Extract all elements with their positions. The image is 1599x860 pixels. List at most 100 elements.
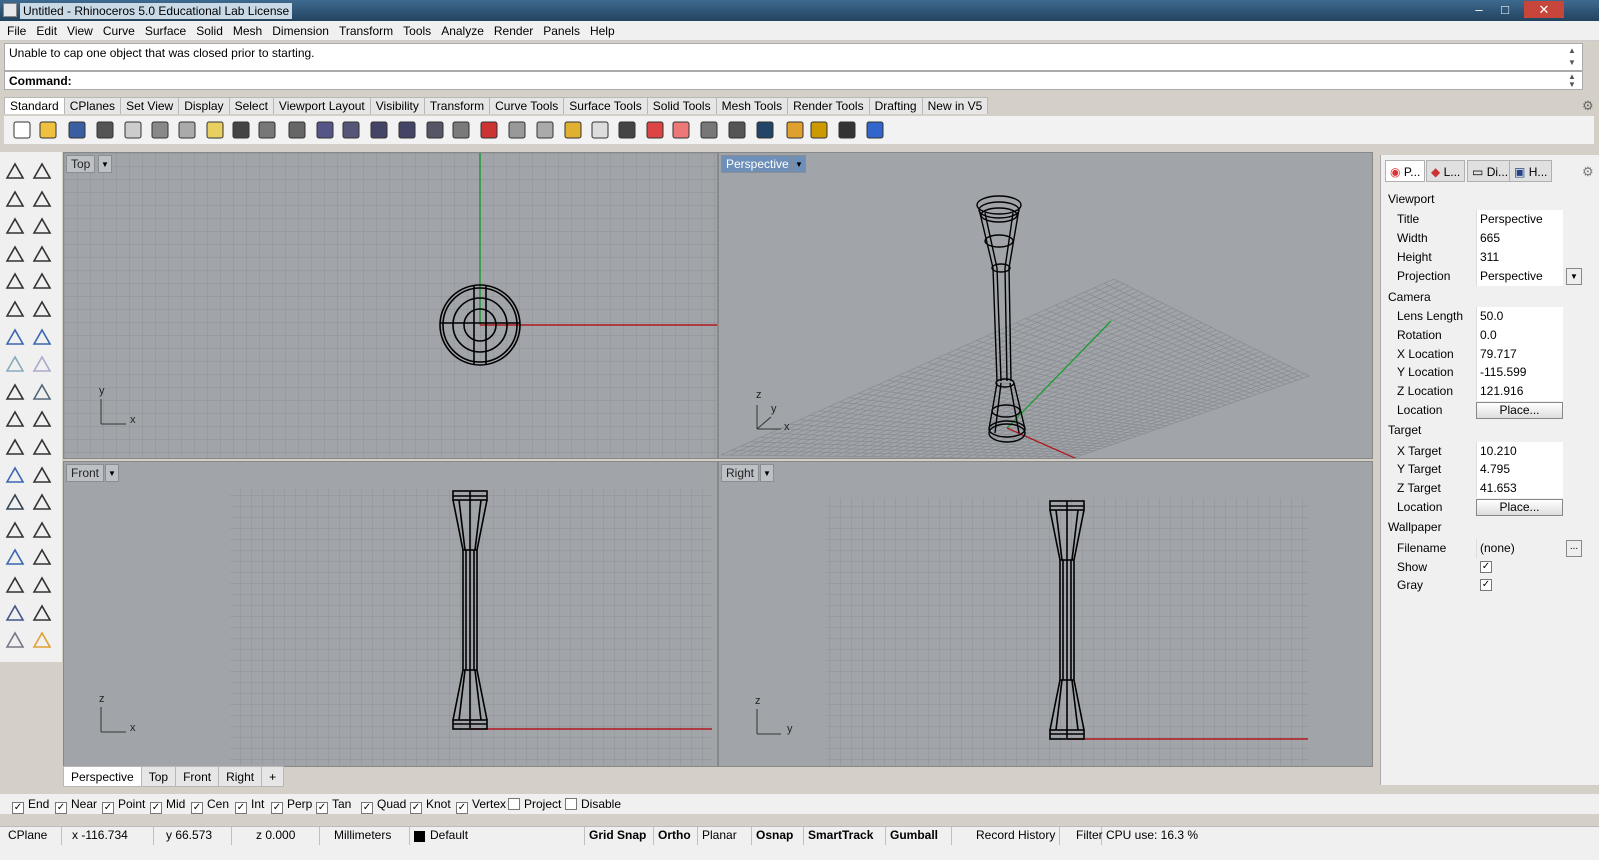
- tab-mesh-tools[interactable]: Mesh Tools: [715, 97, 789, 114]
- analyze-icon[interactable]: [31, 381, 53, 403]
- tab-display[interactable]: Display: [178, 97, 230, 114]
- viewport-front[interactable]: Front ▼ z x: [63, 461, 718, 767]
- panel-tab-properties[interactable]: ◉ P...: [1385, 160, 1426, 182]
- grid-snap-toggle[interactable]: Grid Snap: [584, 827, 654, 845]
- rectangle-icon[interactable]: [31, 243, 53, 265]
- osnap-toggle[interactable]: Osnap: [752, 827, 804, 845]
- vptab-perspective[interactable]: Perspective: [63, 766, 142, 787]
- command-line[interactable]: Command: ▲ ▼: [4, 71, 1583, 90]
- viewport-label-right[interactable]: Right: [721, 464, 760, 482]
- curve-icon[interactable]: [31, 188, 53, 210]
- width-field[interactable]: 665: [1476, 229, 1563, 248]
- menu-help[interactable]: Help: [585, 21, 620, 41]
- projection-dropdown-icon[interactable]: ▼: [1566, 268, 1582, 285]
- camera-place-button[interactable]: Place...: [1476, 402, 1563, 419]
- title-field[interactable]: Perspective: [1476, 210, 1563, 229]
- osnap-knot[interactable]: ✓ Knot: [410, 797, 451, 814]
- draft-icon[interactable]: [31, 629, 53, 651]
- target-place-button[interactable]: Place...: [1476, 499, 1563, 516]
- options-icon[interactable]: [808, 119, 830, 141]
- filename-field[interactable]: (none): [1476, 539, 1563, 558]
- panel-tab-help[interactable]: ▣ H...: [1509, 160, 1553, 182]
- smarttrack-toggle[interactable]: SmartTrack: [804, 827, 886, 845]
- viewport-top[interactable]: Top ▼ y x: [63, 152, 718, 459]
- osnap-project[interactable]: Project: [508, 797, 561, 811]
- ellipse-icon[interactable]: [31, 215, 53, 237]
- text-icon[interactable]: [4, 491, 26, 513]
- new-icon[interactable]: [11, 119, 33, 141]
- panel-tab-display[interactable]: ▭ Di...: [1467, 160, 1514, 182]
- select-icon[interactable]: [562, 119, 584, 141]
- menu-view[interactable]: View: [62, 21, 98, 41]
- color-wheel-icon[interactable]: [670, 119, 692, 141]
- trim-icon[interactable]: [31, 408, 53, 430]
- osnap-disable[interactable]: Disable: [565, 797, 621, 811]
- menu-panels[interactable]: Panels: [538, 21, 585, 41]
- panel-tab-layers[interactable]: ◆ L...: [1426, 160, 1466, 182]
- wireframe-icon[interactable]: [506, 119, 528, 141]
- scale-icon[interactable]: [31, 491, 53, 513]
- rotation-field[interactable]: 0.0: [1476, 326, 1563, 345]
- status-cplane[interactable]: CPlane: [4, 827, 62, 845]
- fillet-curve-icon[interactable]: [31, 270, 53, 292]
- osnap-mid-checkbox[interactable]: ✓: [150, 802, 162, 814]
- tab-set-view[interactable]: Set View: [120, 97, 180, 114]
- lock-icon[interactable]: [616, 119, 638, 141]
- scroll-down-icon[interactable]: ▼: [1568, 58, 1580, 67]
- menu-analyze[interactable]: Analyze: [436, 21, 489, 41]
- open-icon[interactable]: [37, 119, 59, 141]
- status-layer[interactable]: Default: [426, 827, 580, 845]
- dimension-icon[interactable]: [836, 119, 858, 141]
- properties-icon[interactable]: [784, 119, 806, 141]
- osnap-cen[interactable]: ✓ Cen: [191, 797, 229, 814]
- status-units[interactable]: Millimeters: [330, 827, 410, 845]
- polyline-icon[interactable]: [4, 188, 26, 210]
- box-icon[interactable]: [4, 326, 26, 348]
- zoom-selected-icon[interactable]: [396, 119, 418, 141]
- osnap-vertex[interactable]: ✓ Vertex: [456, 797, 506, 814]
- undo-icon[interactable]: [230, 119, 252, 141]
- osnap-cen-checkbox[interactable]: ✓: [191, 802, 203, 814]
- z-location-field[interactable]: 121.916: [1476, 382, 1563, 401]
- osnap-near-checkbox[interactable]: ✓: [55, 802, 67, 814]
- toolbar-settings-gear-icon[interactable]: ⚙: [1582, 98, 1594, 114]
- osnap-tan[interactable]: ✓ Tan: [316, 797, 351, 814]
- scroll-up-icon[interactable]: ▲: [1568, 46, 1580, 55]
- osnap-vertex-checkbox[interactable]: ✓: [456, 802, 468, 814]
- check-icon[interactable]: [31, 602, 53, 624]
- viewport-label-perspective[interactable]: Perspective: [721, 155, 794, 173]
- osnap-end[interactable]: ✓ End: [12, 797, 49, 814]
- osnap-project-checkbox[interactable]: [508, 798, 520, 810]
- height-field[interactable]: 311: [1476, 248, 1563, 267]
- surface-plane-icon[interactable]: [31, 353, 53, 375]
- block-icon[interactable]: [4, 546, 26, 568]
- save-icon[interactable]: [66, 119, 88, 141]
- tab-render-tools[interactable]: Render Tools: [787, 97, 870, 114]
- x-target-field[interactable]: 10.210: [1476, 442, 1563, 461]
- layer-icon[interactable]: [644, 119, 666, 141]
- menu-curve[interactable]: Curve: [98, 21, 140, 41]
- record-history-toggle[interactable]: Record History: [952, 827, 1060, 845]
- osnap-point-checkbox[interactable]: ✓: [102, 802, 114, 814]
- render-icon[interactable]: [754, 119, 776, 141]
- osnap-disable-checkbox[interactable]: [565, 798, 577, 810]
- lens-length-field[interactable]: 50.0: [1476, 307, 1563, 326]
- viewport-menu-perspective-icon[interactable]: ▼: [792, 155, 806, 173]
- viewport-label-top[interactable]: Top: [66, 155, 96, 173]
- extend-icon[interactable]: [4, 298, 26, 320]
- rendered-icon[interactable]: [726, 119, 748, 141]
- panel-settings-gear-icon[interactable]: ⚙: [1582, 164, 1594, 180]
- tab-viewport-layout[interactable]: Viewport Layout: [272, 97, 371, 114]
- rotate-view-icon[interactable]: [286, 119, 308, 141]
- sphere-icon[interactable]: [31, 326, 53, 348]
- tab-surface-tools[interactable]: Surface Tools: [563, 97, 648, 114]
- osnap-int-checkbox[interactable]: ✓: [235, 802, 247, 814]
- z-target-field[interactable]: 41.653: [1476, 479, 1563, 498]
- menu-render[interactable]: Render: [489, 21, 538, 41]
- osnap-near[interactable]: ✓ Near: [55, 797, 97, 814]
- y-target-field[interactable]: 4.795: [1476, 460, 1563, 479]
- zoom-window-icon[interactable]: [340, 119, 362, 141]
- projection-select[interactable]: Perspective: [1476, 267, 1563, 286]
- viewport-menu-right-icon[interactable]: ▼: [760, 464, 774, 482]
- surface-icon[interactable]: [31, 298, 53, 320]
